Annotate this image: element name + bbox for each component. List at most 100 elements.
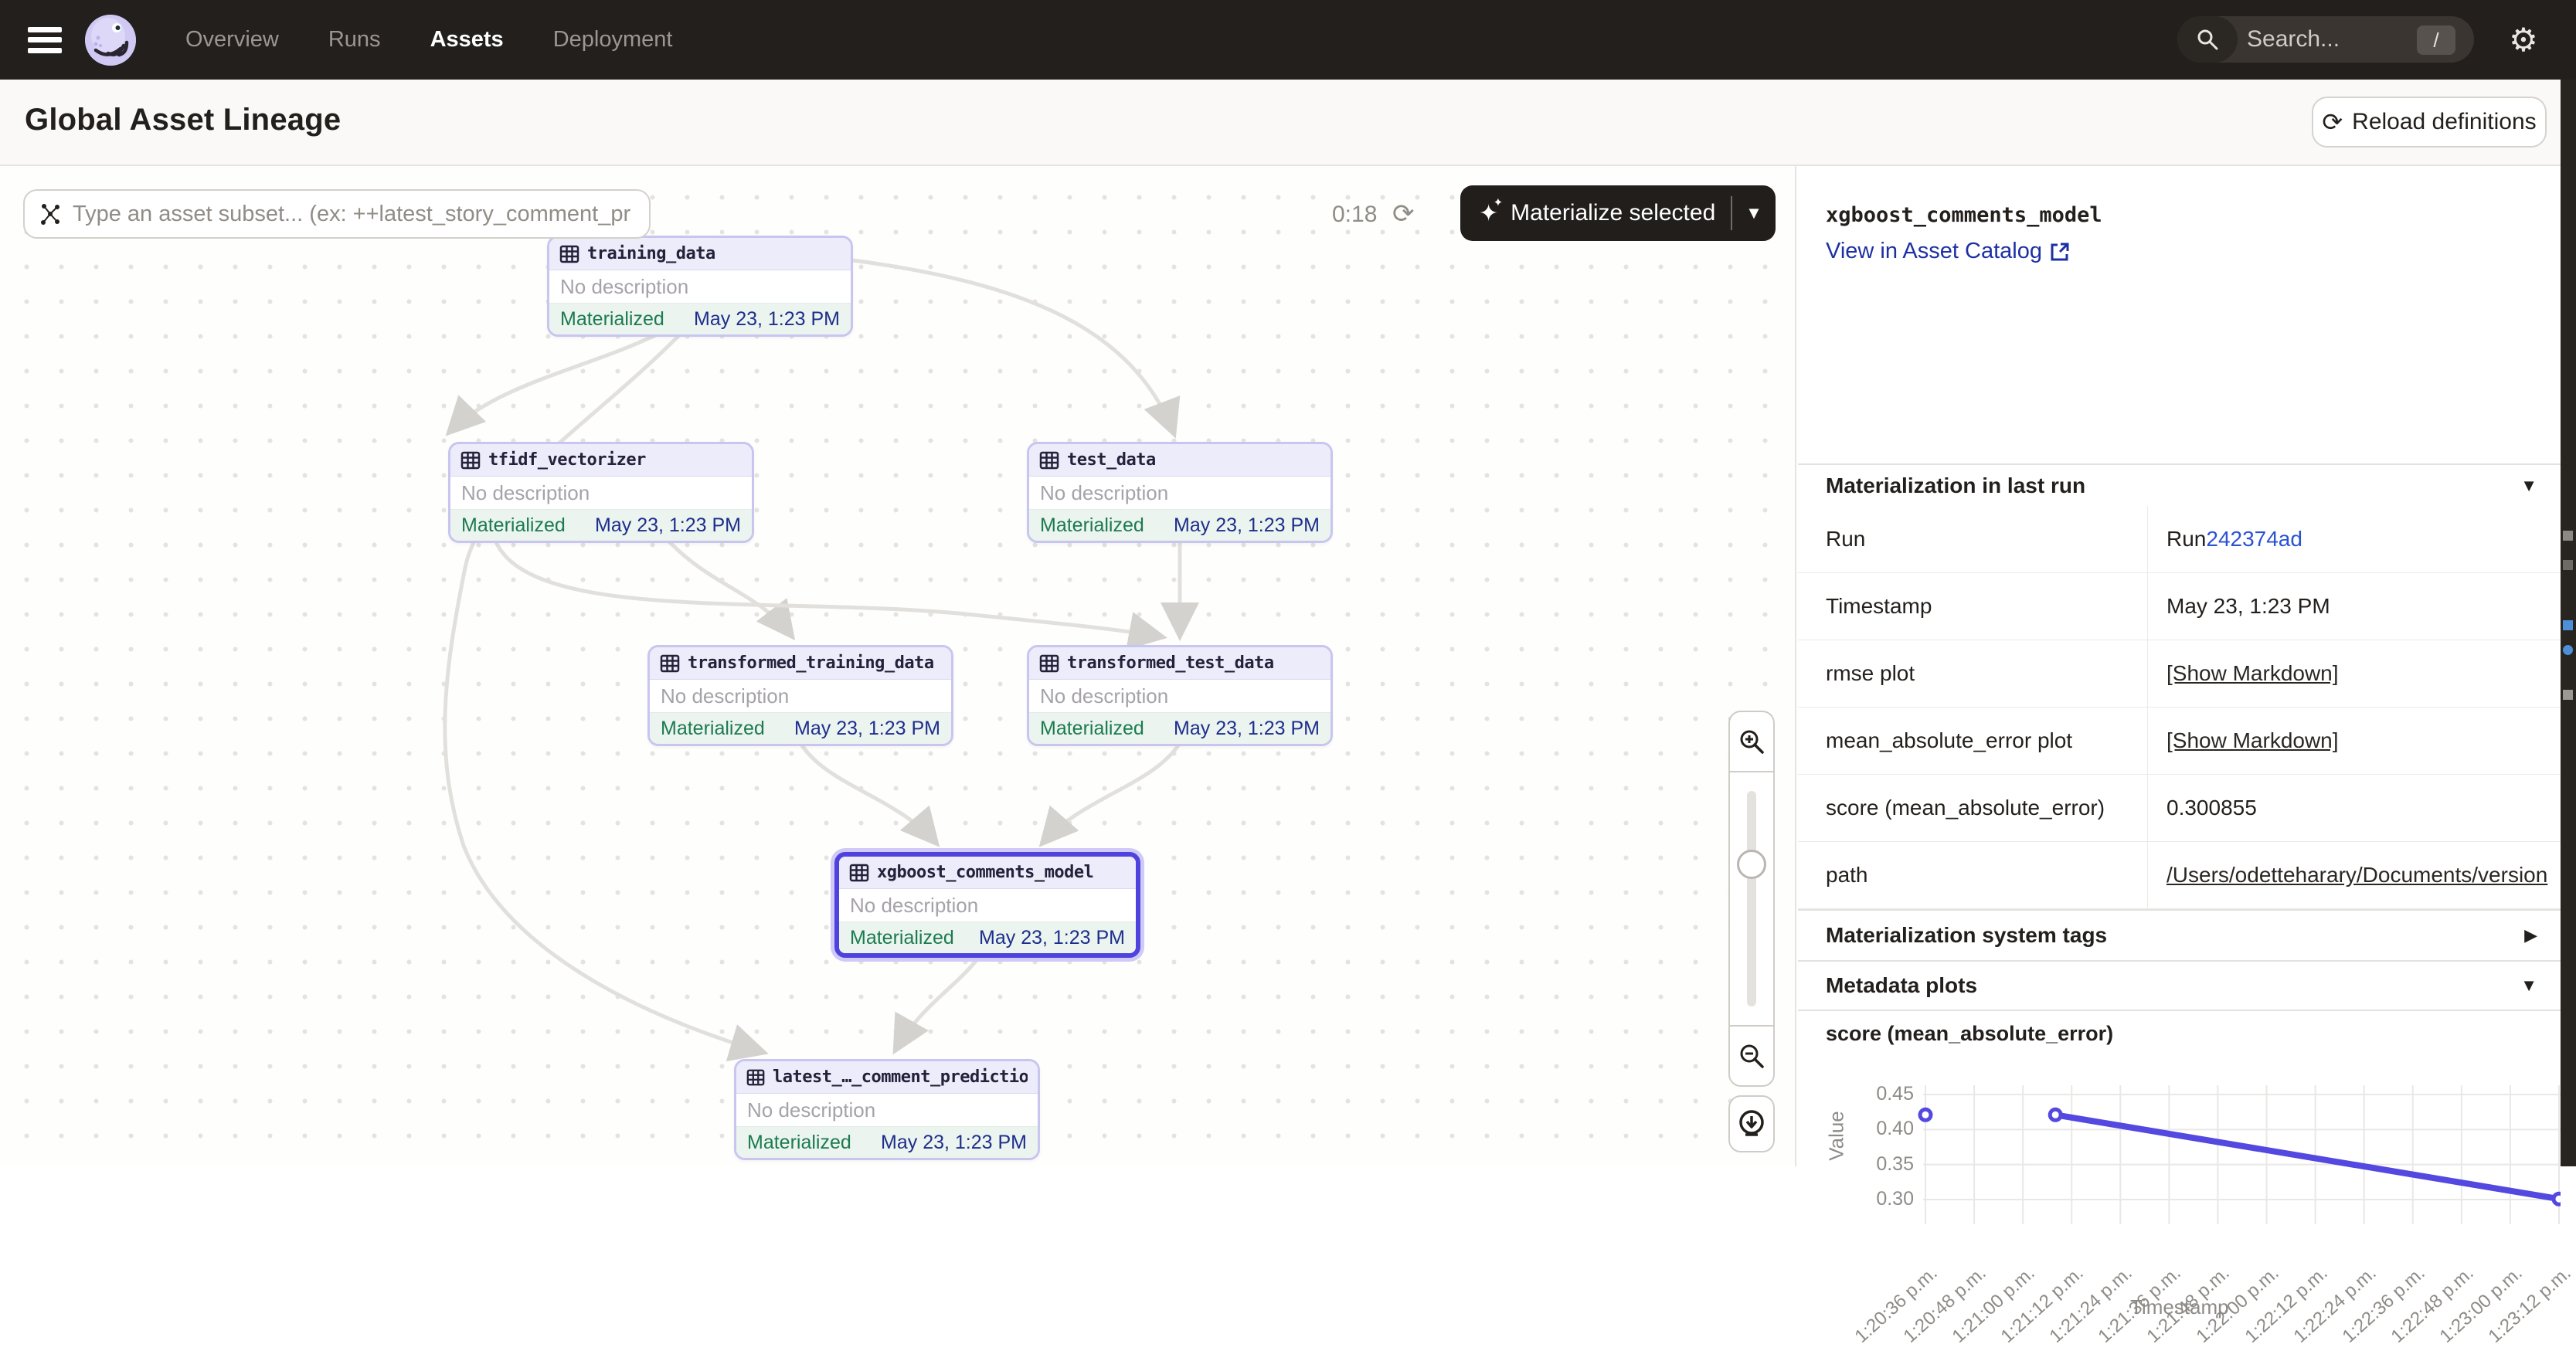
zoom-in-button[interactable] [1730,712,1773,772]
graph-query-icon [39,202,62,226]
materialization-metadata-table: RunRun 242374adTimestampMay 23, 1:23 PMr… [1798,506,2561,909]
metadata-link[interactable]: /Users/odetteharary/Documents/version [2166,863,2547,888]
view-in-asset-catalog-link[interactable]: View in Asset Catalog [1826,239,2070,264]
metadata-link[interactable]: [Show Markdown] [2166,661,2339,686]
top-nav-bar: Overview Runs Assets Deployment / ⚙ [0,0,2576,80]
asset-node-description: No description [1029,680,1330,712]
nav-overview[interactable]: Overview [185,27,279,53]
global-search[interactable]: / [2177,16,2474,63]
search-icon [2177,16,2238,63]
section-metadata-plots[interactable]: Metadata plots ▼ [1798,960,2561,1011]
asset-node-description: No description [1029,477,1330,509]
metadata-row: RunRun 242374ad [1798,506,2561,573]
asset-node-header: xgboost_comments_model [839,857,1136,889]
status-badge: Materialized [1040,718,1144,740]
metadata-row: mean_absolute_error plot[Show Markdown] [1798,708,2561,775]
asset-subset-filter[interactable] [23,189,651,239]
asset-subset-input[interactable] [73,202,635,227]
score-line-chart: Value Timestamp 0.300.350.400.451:20:36 … [1798,1047,2561,1325]
asset-node-status-row: Materialized May 23, 1:23 PM [1029,509,1330,541]
settings-gear-icon[interactable]: ⚙ [2506,23,2540,57]
hamburger-menu-icon[interactable] [28,27,62,53]
asset-node-header: training_data [549,238,851,270]
table-icon [746,1067,765,1088]
nav-deployment[interactable]: Deployment [553,27,673,53]
reload-definitions-button[interactable]: ⟳ Reload definitions [2312,97,2547,148]
materialization-timestamp: May 23, 1:23 PM [979,927,1125,949]
zoom-slider[interactable] [1730,772,1773,1025]
materialization-timestamp: May 23, 1:23 PM [694,308,840,331]
asset-node-description: No description [839,889,1136,921]
status-badge: Materialized [747,1132,851,1154]
asset-node-header: test_data [1029,444,1330,477]
materialization-timestamp: May 23, 1:23 PM [595,514,741,537]
metadata-label: path [1798,842,2148,908]
dagster-logo[interactable] [85,15,136,66]
asset-node-description: No description [650,680,951,712]
metadata-value: [Show Markdown] [2148,708,2561,774]
asset-node-xgboost_comments_model[interactable]: xgboost_comments_modelNo descriptionMate… [834,852,1140,958]
section-materialization-system-tags[interactable]: Materialization system tags ▶ [1798,909,2561,960]
asset-details-panel: xgboost_comments_model View in Asset Cat… [1798,166,2561,1166]
graph-timer: 0:18 [1332,202,1377,228]
asset-node-test_data[interactable]: test_dataNo description Materialized May 2… [1027,442,1333,543]
page-title: Global Asset Lineage [25,103,341,137]
metadata-label: score (mean_absolute_error) [1798,775,2148,841]
asset-node-header: tfidf_vectorizer [450,444,752,477]
asset-node-header: transformed_test_data [1029,647,1330,680]
table-icon [559,244,579,264]
graph-refresh-icon[interactable]: ⟳ [1392,199,1415,229]
metadata-value: /Users/odetteharary/Documents/version [2148,842,2561,908]
zoom-slider-track[interactable] [1747,791,1756,1006]
asset-node-name: training_data [587,244,715,263]
asset-node-name: latest_…_comment_predictions [773,1067,1028,1087]
asset-node-name: xgboost_comments_model [877,863,1093,882]
status-badge: Materialized [1040,514,1144,537]
zoom-slider-handle[interactable] [1737,850,1766,879]
asset-node-name: transformed_test_data [1067,653,1274,673]
metadata-value: 0.300855 [2148,775,2561,841]
materialization-timestamp: May 23, 1:23 PM [1174,514,1320,537]
sparkle-icon: ✦✦ [1479,200,1498,227]
metadata-row: path/Users/odetteharary/Documents/versio… [1798,842,2561,909]
search-input[interactable] [2247,26,2401,53]
asset-node-status-row: MaterializedMay 23, 1:23 PM [736,1126,1038,1158]
asset-node-description: No description [549,270,851,303]
run-id-link[interactable]: 242374ad [2206,527,2302,552]
download-image-button[interactable] [1728,1095,1775,1152]
materialize-selected-button[interactable]: ✦✦ Materialize selected ▼ [1460,185,1776,241]
asset-node-description: No description [450,477,752,509]
nav-assets[interactable]: Assets [430,27,504,53]
asset-lineage-graph[interactable]: training_data No description Materialized M… [0,166,1796,1166]
asset-node-status-row: Materialized May 23, 1:23 PM [839,921,1136,953]
status-badge: Materialized [850,927,954,949]
metadata-label: Timestamp [1798,573,2148,640]
page-header: Global Asset Lineage ⟳ Reload definition… [0,80,2576,166]
asset-node-tfidf_vectorizer[interactable]: tfidf_vectorizerNo descriptionMaterializ… [448,442,754,543]
y-tick-label: 0.30 [1844,1188,1914,1210]
asset-node-training_data[interactable]: training_data No description Materialized M… [547,236,853,337]
table-icon [1039,653,1059,674]
metadata-value: May 23, 1:23 PM [2148,573,2561,640]
asset-node-transformed_training_data[interactable]: transformed_training_dataNo descriptionM… [647,645,953,746]
materialize-dropdown-caret[interactable]: ▼ [1732,203,1776,223]
section-materialization-last-run[interactable]: Materialization in last run ▼ [1798,463,2561,506]
status-badge: Materialized [661,718,765,740]
y-tick-label: 0.45 [1844,1083,1914,1105]
asset-node-name: tfidf_vectorizer [488,450,646,470]
asset-node-description: No description [736,1094,1038,1126]
y-tick-label: 0.40 [1844,1118,1914,1140]
status-badge: Materialized [560,308,664,331]
metadata-label: Run [1798,506,2148,572]
asset-node-latest_comment_predictions[interactable]: latest_…_comment_predictions No descripti… [734,1059,1040,1160]
metadata-value: [Show Markdown] [2148,640,2561,707]
nav-runs[interactable]: Runs [328,27,381,53]
metadata-link[interactable]: [Show Markdown] [2166,728,2339,753]
chevron-right-icon: ▶ [2524,925,2537,945]
right-edge-window-sliver [2561,80,2576,1166]
table-icon [660,653,680,674]
asset-node-transformed_test_data[interactable]: transformed_test_data No description Mater… [1027,645,1333,746]
external-link-icon [2050,242,2070,262]
zoom-out-button[interactable] [1730,1025,1773,1085]
metadata-value: Run 242374ad [2148,506,2561,572]
